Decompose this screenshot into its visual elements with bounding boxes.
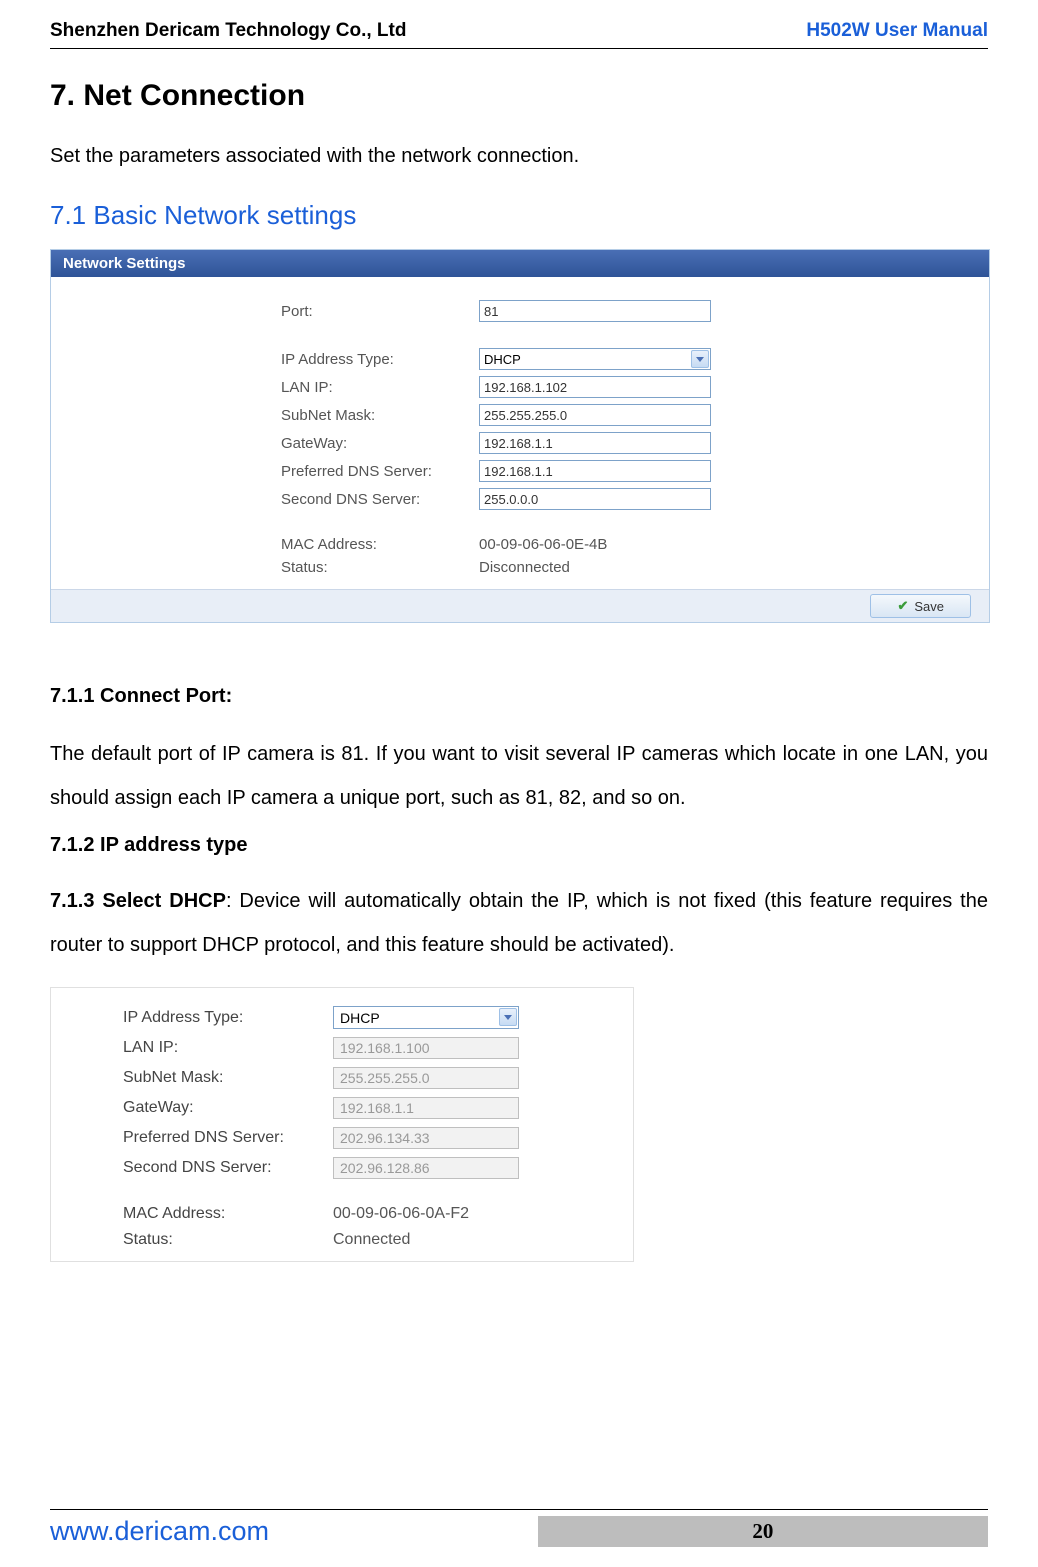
- status2-label: Status:: [123, 1231, 333, 1249]
- gateway-input[interactable]: [479, 432, 711, 454]
- heading-711: 7.1.1 Connect Port:: [50, 685, 988, 708]
- subnet2-label: SubNet Mask:: [123, 1069, 333, 1087]
- heading-712: 7.1.2 IP address type: [50, 834, 988, 857]
- iptype-select[interactable]: DHCP: [479, 348, 711, 370]
- dns1b-label: Preferred DNS Server:: [123, 1129, 333, 1147]
- dhcp-example-panel: IP Address Type: DHCP LAN IP: SubNet Mas…: [50, 987, 634, 1262]
- iptype2-value: DHCP: [340, 1010, 380, 1026]
- lanip-label: LAN IP:: [281, 379, 479, 396]
- chevron-down-icon: [499, 1008, 517, 1026]
- lanip2-input: [333, 1037, 519, 1059]
- save-button[interactable]: ✔ Save: [870, 594, 971, 618]
- status2-value: Connected: [333, 1231, 410, 1249]
- dns2b-input: [333, 1157, 519, 1179]
- para-711: The default port of IP camera is 81. If …: [50, 732, 988, 820]
- heading-713-bold: 7.1.3 Select DHCP: [50, 890, 226, 912]
- port-input[interactable]: [479, 300, 711, 322]
- chevron-down-icon: [691, 350, 709, 368]
- panel-title: Network Settings: [51, 250, 989, 277]
- subnet-label: SubNet Mask:: [281, 407, 479, 424]
- gateway2-label: GateWay:: [123, 1099, 333, 1117]
- dns1-input[interactable]: [479, 460, 711, 482]
- section-intro: Set the parameters associated with the n…: [50, 145, 988, 168]
- dns2b-label: Second DNS Server:: [123, 1159, 333, 1177]
- mac-label: MAC Address:: [281, 536, 479, 553]
- mac2-label: MAC Address:: [123, 1205, 333, 1223]
- network-settings-panel: Network Settings Port: IP Address Type: …: [50, 249, 990, 623]
- iptype2-label: IP Address Type:: [123, 1009, 333, 1027]
- dns2-label: Second DNS Server:: [281, 491, 479, 508]
- iptype-label: IP Address Type:: [281, 351, 479, 368]
- save-label: Save: [914, 599, 944, 614]
- subnet2-input: [333, 1067, 519, 1089]
- iptype2-select[interactable]: DHCP: [333, 1006, 519, 1029]
- lanip-input[interactable]: [479, 376, 711, 398]
- iptype-value: DHCP: [484, 352, 521, 367]
- status-value: Disconnected: [479, 559, 570, 576]
- subnet-input[interactable]: [479, 404, 711, 426]
- mac-value: 00-09-06-06-0E-4B: [479, 536, 607, 553]
- company-name: Shenzhen Dericam Technology Co., Ltd: [50, 20, 406, 42]
- gateway-label: GateWay:: [281, 435, 479, 452]
- page-number: 20: [538, 1516, 988, 1547]
- lanip2-label: LAN IP:: [123, 1039, 333, 1057]
- mac2-value: 00-09-06-06-0A-F2: [333, 1205, 469, 1223]
- port-label: Port:: [281, 303, 479, 320]
- subsection-title: 7.1 Basic Network settings: [50, 200, 988, 231]
- check-icon: ✔: [897, 598, 908, 614]
- manual-title: H502W User Manual: [806, 20, 988, 42]
- footer-url[interactable]: www.dericam.com: [50, 1516, 538, 1547]
- para-713: 7.1.3 Select DHCP: Device will automatic…: [50, 879, 988, 967]
- gateway2-input: [333, 1097, 519, 1119]
- dns2-input[interactable]: [479, 488, 711, 510]
- dns1-label: Preferred DNS Server:: [281, 463, 479, 480]
- dns1b-input: [333, 1127, 519, 1149]
- status-label: Status:: [281, 559, 479, 576]
- page-footer: www.dericam.com 20: [50, 1509, 988, 1547]
- section-title: 7. Net Connection: [50, 79, 988, 113]
